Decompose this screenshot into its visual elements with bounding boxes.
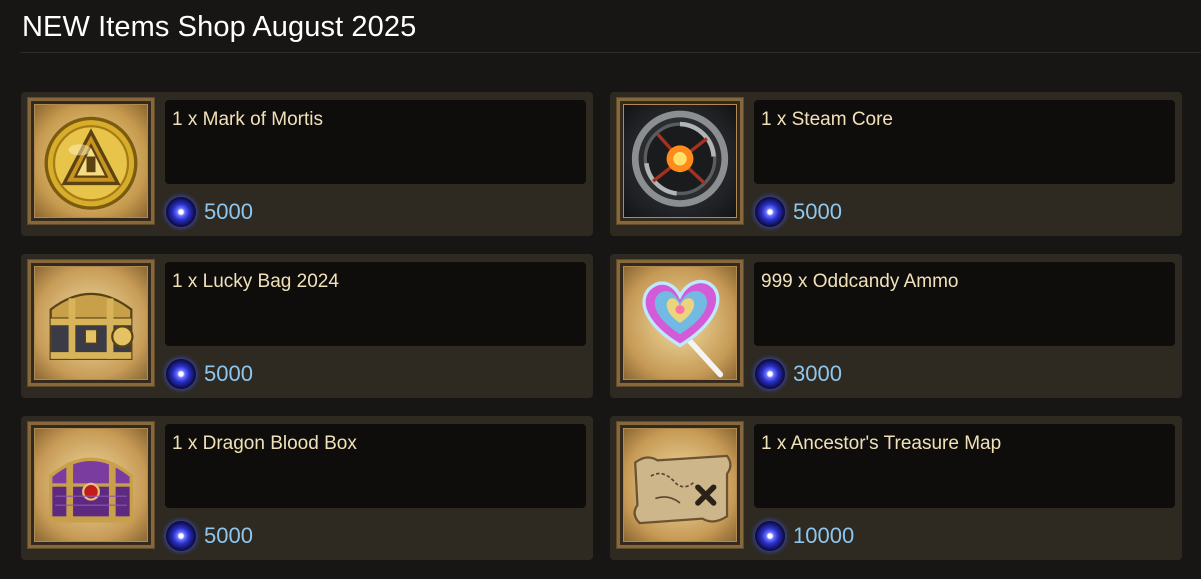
item-thumbnail-frame xyxy=(28,422,154,548)
item-thumbnail-frame xyxy=(28,260,154,386)
item-name: 999 x Oddcandy Ammo xyxy=(761,271,959,292)
blue-orb-gem-icon xyxy=(166,197,196,227)
item-price: 5000 xyxy=(204,523,253,548)
item-name: 1 x Lucky Bag 2024 xyxy=(172,271,339,292)
steam-core-icon xyxy=(623,104,737,218)
item-thumbnail-frame xyxy=(617,98,743,224)
item-name-box: 1 x Mark of Mortis xyxy=(165,100,586,184)
purple-chest-icon xyxy=(34,428,148,542)
item-thumbnail-frame xyxy=(617,422,743,548)
item-price: 5000 xyxy=(204,361,253,386)
shop-item-card[interactable]: 1 x Ancestor's Treasure Map 10000 xyxy=(610,416,1182,560)
shop-item-card[interactable]: 1 x Steam Core 5000 xyxy=(610,92,1182,236)
gold-coin-icon xyxy=(34,104,148,218)
blue-orb-gem-icon xyxy=(755,521,785,551)
shop-page: NEW Items Shop August 2025 1 x Mark of M… xyxy=(0,0,1201,579)
item-price: 5000 xyxy=(793,199,842,224)
page-title: NEW Items Shop August 2025 xyxy=(22,11,417,43)
item-name-box: 999 x Oddcandy Ammo xyxy=(754,262,1175,346)
shop-item-card[interactable]: 1 x Lucky Bag 2024 5000 xyxy=(21,254,593,398)
golden-chest-icon xyxy=(34,266,148,380)
item-name-box: 1 x Dragon Blood Box xyxy=(165,424,586,508)
title-divider xyxy=(20,52,1201,53)
shop-item-card[interactable]: 1 x Dragon Blood Box 5000 xyxy=(21,416,593,560)
item-name: 1 x Dragon Blood Box xyxy=(172,433,357,454)
treasure-map-icon xyxy=(623,428,737,542)
heart-lollipop-icon xyxy=(623,266,737,380)
blue-orb-gem-icon xyxy=(755,359,785,389)
shop-item-card[interactable]: 999 x Oddcandy Ammo 3000 xyxy=(610,254,1182,398)
item-name: 1 x Mark of Mortis xyxy=(172,109,323,130)
item-price: 10000 xyxy=(793,523,855,548)
item-price: 3000 xyxy=(793,361,842,386)
blue-orb-gem-icon xyxy=(166,521,196,551)
shop-item-card[interactable]: 1 x Mark of Mortis 5000 xyxy=(21,92,593,236)
item-thumbnail-frame xyxy=(617,260,743,386)
item-name-box: 1 x Steam Core xyxy=(754,100,1175,184)
item-name: 1 x Steam Core xyxy=(761,109,893,130)
blue-orb-gem-icon xyxy=(166,359,196,389)
item-name-box: 1 x Ancestor's Treasure Map xyxy=(754,424,1175,508)
item-price: 5000 xyxy=(204,199,253,224)
blue-orb-gem-icon xyxy=(755,197,785,227)
item-thumbnail-frame xyxy=(28,98,154,224)
item-name: 1 x Ancestor's Treasure Map xyxy=(761,433,1002,454)
item-name-box: 1 x Lucky Bag 2024 xyxy=(165,262,586,346)
